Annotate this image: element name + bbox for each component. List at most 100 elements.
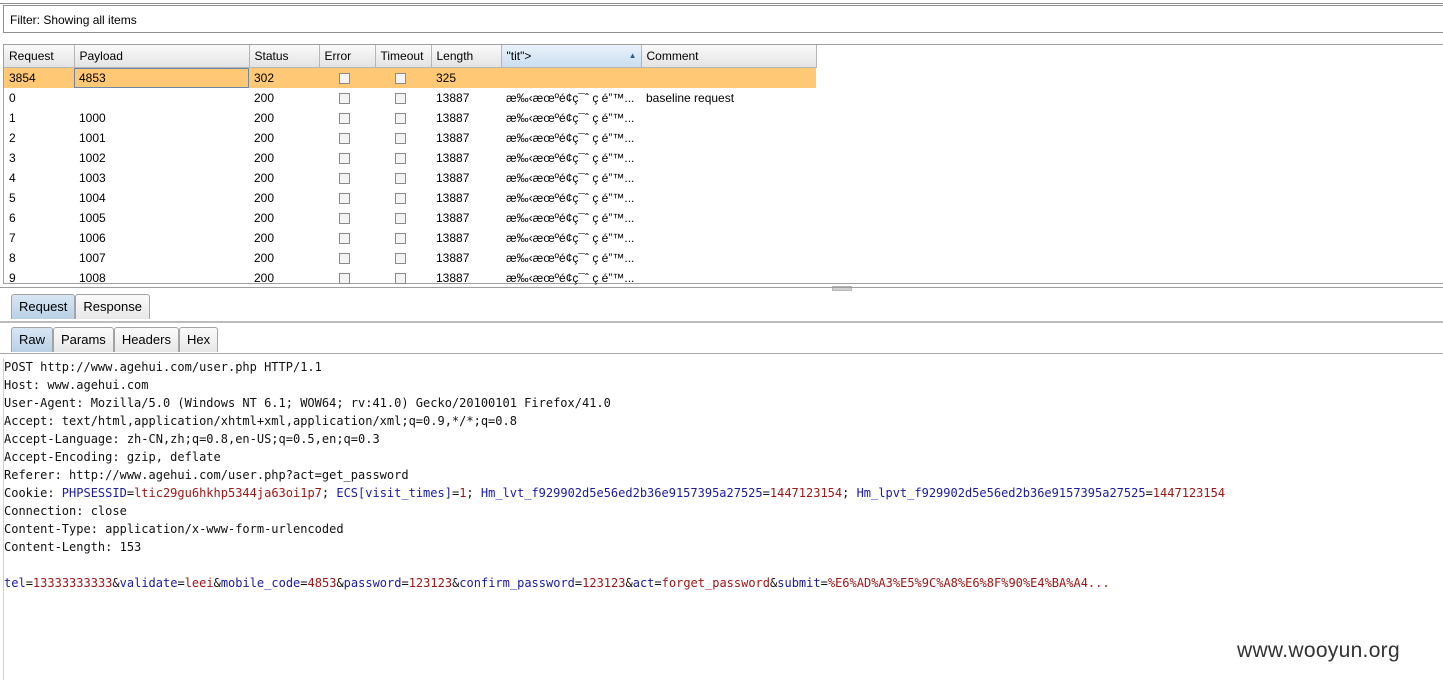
- cell-error: [319, 67, 375, 88]
- cell-comment: [641, 228, 816, 248]
- error-checkbox[interactable]: [339, 273, 350, 285]
- cell-request: 8: [9, 251, 16, 265]
- timeout-checkbox[interactable]: [395, 113, 406, 125]
- cell-comment: [641, 108, 816, 128]
- error-checkbox[interactable]: [339, 73, 350, 85]
- param-equals: =: [177, 576, 185, 590]
- cell-payload: 1002: [79, 151, 106, 165]
- col-header-status[interactable]: Status: [249, 45, 320, 68]
- param-name: password: [343, 576, 402, 590]
- param-name: confirm_password: [459, 576, 575, 590]
- timeout-checkbox[interactable]: [395, 133, 406, 145]
- content-type-header: Content-Type: application/x-www-form-url…: [4, 522, 344, 536]
- timeout-checkbox[interactable]: [395, 153, 406, 165]
- cell-tit: æ‰‹æœºé¢ç¯ˆ ç é”™...: [506, 231, 635, 245]
- tab-response[interactable]: Response: [75, 294, 150, 319]
- tab-raw[interactable]: Raw: [11, 327, 54, 352]
- col-header-comment[interactable]: Comment: [641, 45, 817, 68]
- cell-length: 13887: [436, 111, 470, 125]
- table-row[interactable]: 5 1004 200 13887 æ‰‹æœºé¢ç¯ˆ ç é”™...: [4, 188, 816, 208]
- tab-hex[interactable]: Hex: [178, 327, 219, 352]
- request-response-tabs: Request Response: [11, 294, 150, 320]
- split-divider[interactable]: [0, 287, 1443, 288]
- table-row[interactable]: 9 1008 200 13887 æ‰‹æœºé¢ç¯ˆ ç é”™...: [4, 268, 816, 288]
- error-checkbox[interactable]: [339, 193, 350, 205]
- col-header-error[interactable]: Error: [319, 45, 376, 68]
- cell-status: 200: [254, 271, 275, 285]
- accept-encoding-header: Accept-Encoding: gzip, deflate: [4, 450, 221, 464]
- cookie-value: 1447123154: [769, 486, 843, 500]
- cell-request: 5: [9, 191, 16, 205]
- cell-timeout: [375, 228, 431, 248]
- error-checkbox[interactable]: [339, 233, 350, 245]
- tab-params[interactable]: Params: [53, 327, 114, 352]
- error-checkbox[interactable]: [339, 133, 350, 145]
- error-checkbox[interactable]: [339, 93, 350, 105]
- param-value: leei: [184, 576, 214, 590]
- filter-bar[interactable]: Filter: Showing all items: [3, 5, 1443, 33]
- col-header-payload[interactable]: Payload: [74, 45, 250, 68]
- param-name: submit: [777, 576, 821, 590]
- cell-error: [319, 108, 375, 128]
- cell-error: [319, 128, 375, 148]
- col-header-tit[interactable]: "tit"> ▲: [501, 45, 642, 68]
- cell-tit: æ‰‹æœºé¢ç¯ˆ ç é”™...: [506, 191, 635, 205]
- cell-payload: 1006: [79, 231, 106, 245]
- host-header: Host: www.agehui.com: [4, 378, 149, 392]
- timeout-checkbox[interactable]: [395, 193, 406, 205]
- cell-payload: 1000: [79, 111, 106, 125]
- cell-status: 200: [254, 231, 275, 245]
- col-header-timeout[interactable]: Timeout: [375, 45, 432, 68]
- cell-tit: [501, 67, 641, 88]
- error-checkbox[interactable]: [339, 253, 350, 265]
- error-checkbox[interactable]: [339, 153, 350, 165]
- cell-error: [319, 188, 375, 208]
- table-row[interactable]: 3854 4853 302 325: [4, 67, 816, 88]
- cell-error: [319, 248, 375, 268]
- cell-error: [319, 268, 375, 288]
- timeout-checkbox[interactable]: [395, 273, 406, 285]
- cell-status: 200: [254, 131, 275, 145]
- table-row[interactable]: 1 1000 200 13887 æ‰‹æœºé¢ç¯ˆ ç é”™...: [4, 108, 816, 128]
- content-length-header: Content-Length: 153: [4, 540, 142, 554]
- table-row[interactable]: 3 1002 200 13887 æ‰‹æœºé¢ç¯ˆ ç é”™...: [4, 148, 816, 168]
- error-checkbox[interactable]: [339, 173, 350, 185]
- param-value: %E6%AD%A3%E5%9C%A8%E6%8F%90%E4%BA%A4...: [827, 576, 1110, 590]
- cell-timeout: [375, 128, 431, 148]
- col-header-request[interactable]: Request: [4, 45, 75, 68]
- error-checkbox[interactable]: [339, 213, 350, 225]
- error-checkbox[interactable]: [339, 113, 350, 125]
- cell-comment: [641, 248, 816, 268]
- table-row[interactable]: 2 1001 200 13887 æ‰‹æœºé¢ç¯ˆ ç é”™...: [4, 128, 816, 148]
- cell-length: 13887: [436, 211, 470, 225]
- cell-tit: æ‰‹æœºé¢ç¯ˆ ç é”™...: [506, 131, 635, 145]
- referer-header: Referer: http://www.agehui.com/user.php?…: [4, 468, 409, 482]
- results-header-row: Request Payload Status Error Timeout Len…: [4, 45, 817, 68]
- cookie-value: 1447123154: [1152, 486, 1226, 500]
- raw-request-editor[interactable]: POST http://www.agehui.com/user.php HTTP…: [3, 358, 1442, 680]
- cookie-equals: =: [126, 486, 135, 500]
- table-row[interactable]: 0 200 13887 æ‰‹æœºé¢ç¯ˆ ç é”™... baseline re…: [4, 88, 816, 108]
- tabs-baseline: [0, 321, 1443, 323]
- timeout-checkbox[interactable]: [395, 213, 406, 225]
- param-separator: &: [336, 576, 344, 590]
- cell-payload: 1007: [79, 251, 106, 265]
- timeout-checkbox[interactable]: [395, 173, 406, 185]
- accept-language-header: Accept-Language: zh-CN,zh;q=0.8,en-US;q=…: [4, 432, 380, 446]
- timeout-checkbox[interactable]: [395, 253, 406, 265]
- table-row[interactable]: 7 1006 200 13887 æ‰‹æœºé¢ç¯ˆ ç é”™...: [4, 228, 816, 248]
- table-row[interactable]: 4 1003 200 13887 æ‰‹æœºé¢ç¯ˆ ç é”™...: [4, 168, 816, 188]
- col-header-length[interactable]: Length: [431, 45, 502, 68]
- table-row[interactable]: 8 1007 200 13887 æ‰‹æœºé¢ç¯ˆ ç é”™...: [4, 248, 816, 268]
- table-row[interactable]: 6 1005 200 13887 æ‰‹æœºé¢ç¯ˆ ç é”™...: [4, 208, 816, 228]
- cell-comment: [641, 208, 816, 228]
- tab-request[interactable]: Request: [11, 294, 76, 319]
- tab-headers[interactable]: Headers: [113, 327, 179, 352]
- cookie-name: Hm_lvt_f929902d5e56ed2b36e9157395a27525: [480, 486, 763, 500]
- cell-request: 0: [9, 91, 16, 105]
- cell-payload: 1001: [79, 131, 106, 145]
- timeout-checkbox[interactable]: [395, 233, 406, 245]
- timeout-checkbox[interactable]: [395, 73, 406, 85]
- cookie-separator: ;: [842, 486, 857, 500]
- timeout-checkbox[interactable]: [395, 93, 406, 105]
